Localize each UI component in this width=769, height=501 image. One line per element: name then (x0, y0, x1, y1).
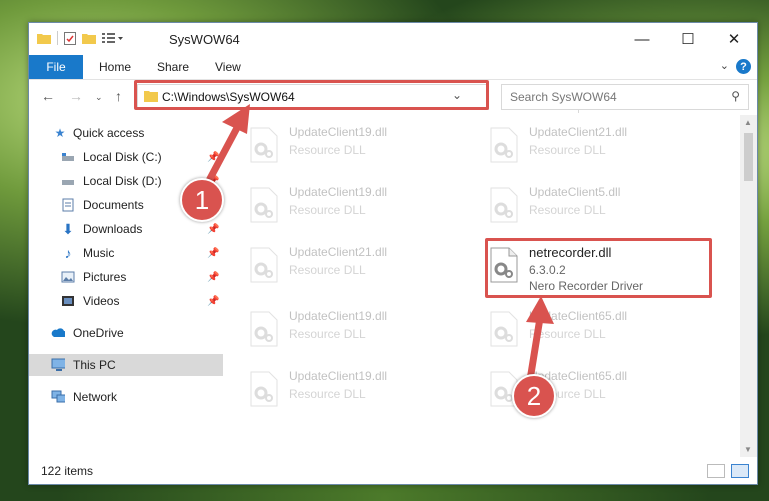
step-1-badge: 1 (180, 178, 224, 222)
arrow-2-head (526, 296, 554, 324)
step-2-badge: 2 (512, 374, 556, 418)
arrow-2 (526, 314, 544, 384)
annotation-arrows (201, 104, 554, 384)
